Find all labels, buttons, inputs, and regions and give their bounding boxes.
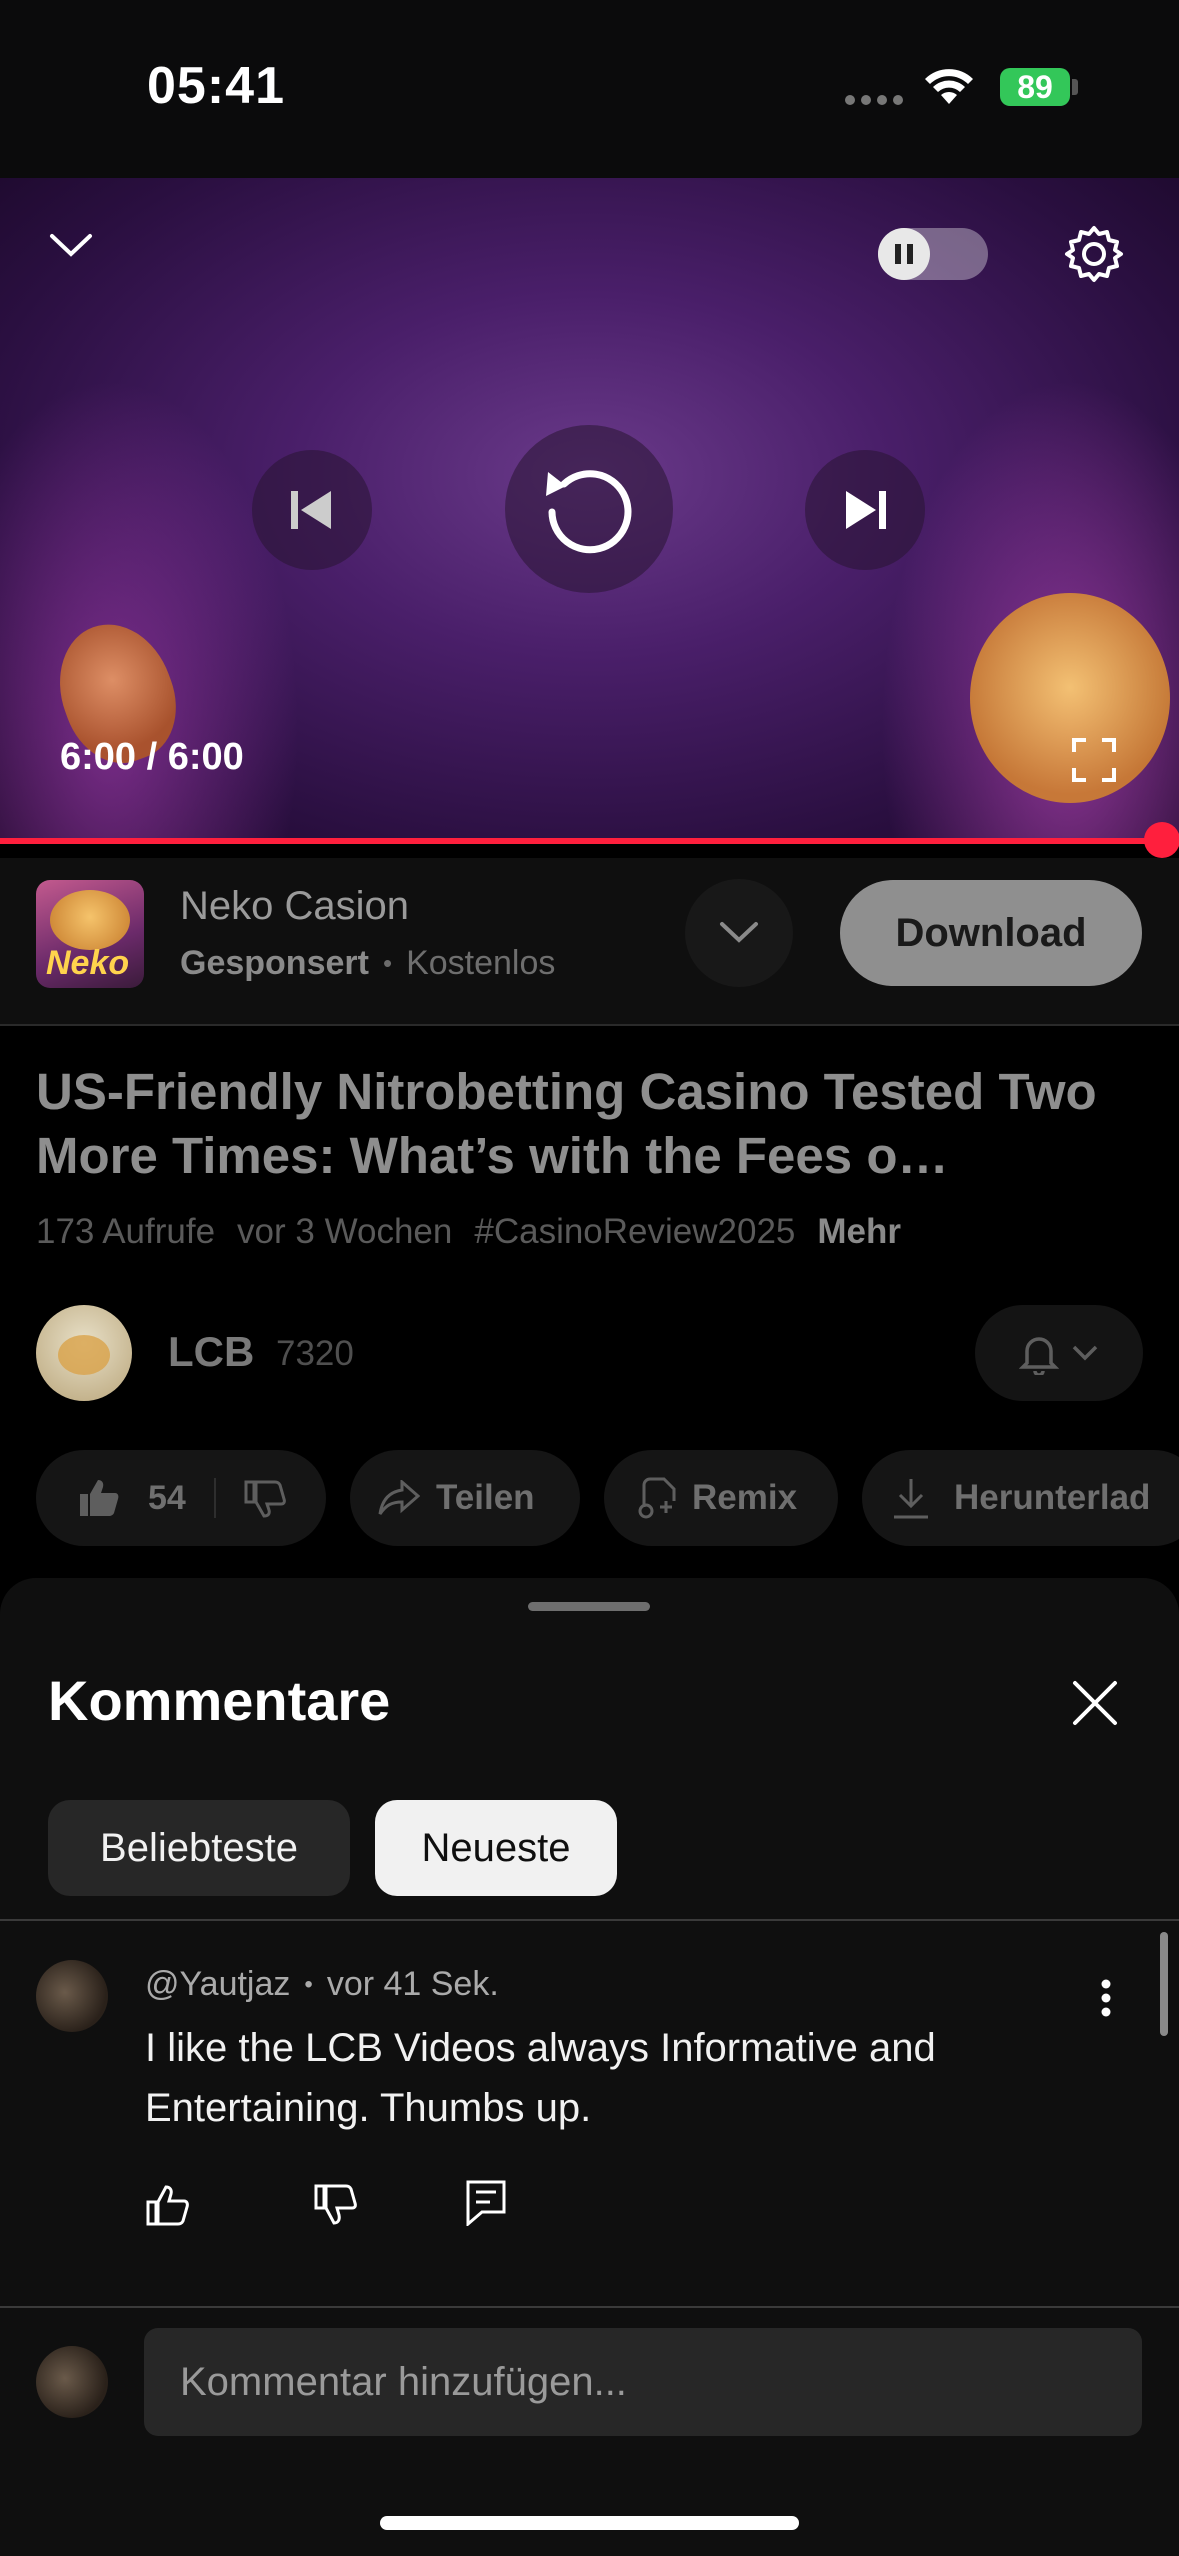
chip-divider (213, 1478, 216, 1518)
upload-age: vor 3 Wochen (237, 1212, 453, 1251)
skip-next-icon (846, 491, 886, 529)
skip-previous-icon (291, 491, 331, 529)
progress-scrubber[interactable] (1144, 822, 1179, 858)
status-time: 05:41 (147, 57, 285, 115)
replay-button[interactable] (505, 425, 673, 593)
channel-name[interactable]: LCB (168, 1328, 254, 1376)
settings-gear-icon[interactable] (1062, 222, 1126, 286)
battery-indicator: 89 (1000, 68, 1070, 106)
comment-like-icon[interactable] (146, 2184, 190, 2226)
ad-title: Neko Casion (180, 884, 410, 928)
tab-label: Neueste (421, 1825, 571, 1870)
like-count: 54 (148, 1478, 186, 1517)
download-label: Herunterlad (954, 1478, 1151, 1517)
cat-face-graphic (50, 890, 130, 950)
ad-thumb-text: Neko (46, 944, 130, 982)
previous-button[interactable] (252, 450, 372, 570)
video-lantern (970, 593, 1170, 803)
bell-icon (1019, 1337, 1059, 1375)
subscriber-count: 7320 (276, 1334, 354, 1373)
time-display: 6:00 / 6:00 (60, 736, 244, 778)
comment-dislike-icon[interactable] (314, 2184, 358, 2226)
notification-bell-button[interactable] (975, 1305, 1143, 1401)
thumbs-up-icon[interactable] (78, 1478, 120, 1518)
remix-icon (638, 1477, 676, 1519)
comment-separator: • (304, 1970, 313, 1998)
collapse-chevron-icon[interactable] (48, 230, 94, 260)
meta-separator: • (382, 948, 393, 978)
ad-download-button[interactable]: Download (840, 880, 1142, 986)
next-button[interactable] (805, 450, 925, 570)
home-indicator[interactable] (380, 2516, 799, 2530)
ad-download-label: Download (895, 910, 1087, 955)
tab-neueste[interactable]: Neueste (375, 1800, 617, 1896)
share-icon (378, 1480, 420, 1515)
like-dislike-chip[interactable]: 54 (36, 1450, 326, 1546)
view-count: 173 Aufrufe (36, 1212, 216, 1251)
download-chip[interactable]: Herunterlad (862, 1450, 1179, 1546)
autoplay-toggle[interactable] (878, 228, 988, 280)
battery-tip (1072, 79, 1078, 95)
tab-label: Beliebteste (100, 1825, 298, 1870)
sheet-drag-handle[interactable] (528, 1602, 650, 1611)
video-title[interactable]: US-Friendly Nitrobetting Casino Tested T… (36, 1060, 1146, 1188)
chevron-down-icon (720, 922, 758, 943)
ad-divider (0, 1024, 1179, 1026)
tabs-divider (0, 1919, 1179, 1921)
comment-header: @Yautjaz • vor 41 Sek. (145, 1965, 499, 2004)
channel-avatar[interactable] (36, 1305, 132, 1401)
comment-time: vor 41 Sek. (326, 1965, 499, 2003)
price-label: Kostenlos (406, 944, 556, 982)
chevron-down-icon (1072, 1345, 1098, 1361)
comment-input[interactable]: Kommentar hinzufügen... (144, 2328, 1142, 2436)
ad-app-icon[interactable]: Neko (36, 880, 144, 988)
comment-author[interactable]: @Yautjaz (145, 1965, 290, 2004)
video-meta[interactable]: 173 Aufrufe vor 3 Wochen #CasinoReview20… (36, 1212, 901, 1252)
more-link[interactable]: Mehr (817, 1212, 901, 1252)
share-label: Teilen (436, 1478, 535, 1517)
remix-label: Remix (692, 1478, 798, 1517)
fullscreen-icon[interactable] (1072, 738, 1116, 782)
share-chip[interactable]: Teilen (350, 1450, 580, 1546)
thumbs-down-icon[interactable] (244, 1478, 286, 1518)
wifi-icon (922, 64, 976, 106)
tab-beliebteste[interactable]: Beliebteste (48, 1800, 350, 1896)
ad-meta: Gesponsert • Kostenlos (180, 944, 555, 983)
progress-bar[interactable] (0, 838, 1179, 844)
replay-icon (546, 470, 632, 554)
comment-text: I like the LCB Videos always Informative… (145, 2026, 936, 2130)
user-avatar (36, 2346, 108, 2418)
cellular-signal-icon (845, 94, 905, 106)
comment-avatar[interactable] (36, 1960, 108, 2032)
ad-expand-button[interactable] (685, 879, 793, 987)
download-icon (894, 1479, 928, 1519)
remix-chip[interactable]: Remix (604, 1450, 838, 1546)
comments-scrollbar[interactable] (1160, 1932, 1168, 2036)
close-icon[interactable] (1072, 1680, 1118, 1726)
pause-icon (878, 228, 930, 280)
comment-reply-icon[interactable] (466, 2180, 506, 2226)
sponsored-label: Gesponsert (180, 944, 369, 982)
hashtag-link[interactable]: #CasinoReview2025 (474, 1212, 795, 1252)
input-divider (0, 2306, 1179, 2308)
comments-title: Kommentare (48, 1669, 391, 1732)
comment-input-placeholder: Kommentar hinzufügen... (180, 2359, 627, 2404)
comment-more-icon[interactable] (1100, 1978, 1112, 2018)
